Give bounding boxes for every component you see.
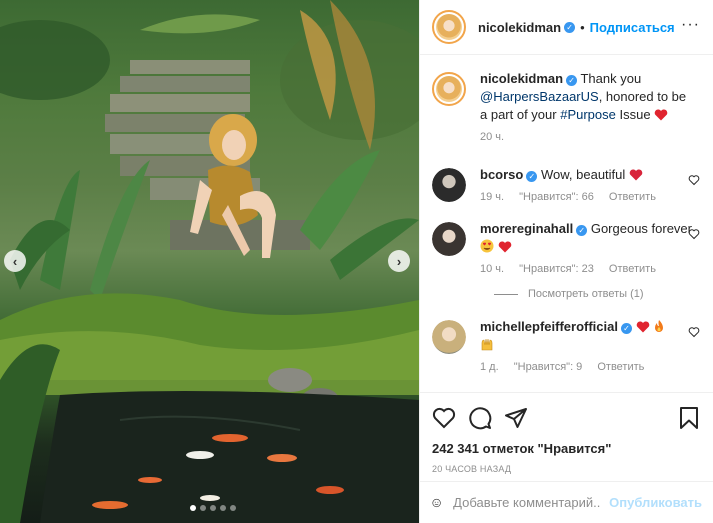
caption: nicolekidman ✓ Thank you @HarpersBazaarUS… bbox=[432, 70, 702, 144]
add-comment-bar: Опубликовать bbox=[420, 481, 713, 523]
divider-line bbox=[494, 293, 518, 295]
post-actions: 242 341 отметок "Нравится" 20 ЧАСОВ НАЗА… bbox=[420, 392, 713, 487]
reply-button[interactable]: Ответить bbox=[609, 263, 656, 275]
verified-icon: ✓ bbox=[620, 323, 632, 334]
red-heart-emoji bbox=[654, 109, 668, 121]
caption-time: 20 ч. bbox=[480, 131, 505, 143]
carousel-dot bbox=[210, 505, 216, 511]
post-header: nicolekidman ✓ • Подписаться ··· bbox=[420, 0, 713, 55]
carousel-next-button[interactable]: › bbox=[388, 250, 410, 272]
likes-count[interactable]: 242 341 отметок "Нравится" bbox=[432, 441, 702, 456]
comment-time: 1 д. bbox=[480, 361, 499, 373]
red-heart-emoji bbox=[636, 321, 649, 333]
comment-text: Gorgeous forever bbox=[590, 221, 692, 236]
bookmark-icon[interactable] bbox=[678, 406, 700, 430]
heart-icon[interactable] bbox=[688, 228, 700, 240]
view-replies-label: Посмотреть ответы (1) bbox=[528, 288, 644, 300]
like-heart-icon[interactable] bbox=[432, 406, 456, 430]
verified-icon: ✓ bbox=[526, 171, 538, 182]
chevron-right-icon: › bbox=[396, 253, 402, 269]
caption-text: Issue bbox=[615, 107, 651, 122]
heart-icon[interactable] bbox=[688, 174, 700, 186]
comment-author[interactable]: michellepfeifferofficial bbox=[480, 319, 618, 334]
comment-time: 10 ч. bbox=[480, 263, 505, 275]
carousel-indicator bbox=[190, 505, 236, 511]
comment-text: Wow, beautiful bbox=[540, 167, 626, 182]
comment-time: 19 ч. bbox=[480, 191, 505, 203]
carousel-dot bbox=[230, 505, 236, 511]
view-replies-button[interactable]: Посмотреть ответы (1) bbox=[494, 288, 702, 300]
verified-icon: ✓ bbox=[564, 21, 576, 33]
verified-icon: ✓ bbox=[566, 75, 578, 86]
more-options-icon[interactable]: ··· bbox=[681, 17, 700, 33]
photo-illustration bbox=[0, 0, 419, 523]
red-heart-emoji bbox=[498, 241, 511, 253]
follow-button[interactable]: Подписаться bbox=[590, 20, 675, 35]
comment-likes[interactable]: "Нравится": 66 bbox=[519, 191, 594, 203]
share-icon[interactable] bbox=[504, 406, 528, 430]
comment-likes[interactable]: "Нравится": 9 bbox=[514, 361, 583, 373]
carousel-dot bbox=[220, 505, 226, 511]
post-photo[interactable]: ‹ › bbox=[0, 0, 419, 523]
fire-emoji bbox=[655, 320, 664, 332]
avatar[interactable] bbox=[432, 320, 466, 354]
comment-input[interactable] bbox=[453, 495, 602, 510]
avatar[interactable] bbox=[432, 72, 466, 106]
separator-dot: • bbox=[580, 19, 585, 35]
comment-likes[interactable]: "Нравится": 23 bbox=[519, 263, 594, 275]
hashtag-link[interactable]: #Purpose bbox=[560, 107, 616, 122]
comment-author[interactable]: morereginahall bbox=[480, 221, 573, 236]
avatar[interactable] bbox=[432, 10, 466, 44]
caption-author[interactable]: nicolekidman bbox=[480, 71, 563, 86]
publish-button[interactable]: Опубликовать bbox=[609, 495, 702, 510]
raised-hands-emoji bbox=[481, 338, 493, 351]
heart-eyes-emoji bbox=[480, 239, 494, 253]
avatar[interactable] bbox=[432, 222, 466, 256]
comment-item: morereginahall ✓ Gorgeous forever 10 ч. "… bbox=[432, 220, 702, 276]
verified-icon: ✓ bbox=[576, 225, 588, 236]
carousel-prev-button[interactable]: ‹ bbox=[4, 250, 26, 272]
chevron-left-icon: ‹ bbox=[12, 253, 18, 269]
comment-item: bcorso ✓ Wow, beautiful 19 ч. "Нравится":… bbox=[432, 166, 702, 204]
avatar[interactable] bbox=[432, 168, 466, 202]
author-username[interactable]: nicolekidman bbox=[478, 20, 561, 35]
caption-text: Thank you bbox=[580, 71, 642, 86]
mention-link[interactable]: @HarpersBazaarUS bbox=[480, 89, 599, 104]
comments-list[interactable]: nicolekidman ✓ Thank you @HarpersBazaarUS… bbox=[420, 56, 713, 392]
comment-author[interactable]: bcorso bbox=[480, 167, 523, 182]
heart-icon[interactable] bbox=[688, 326, 700, 338]
carousel-dot bbox=[200, 505, 206, 511]
red-heart-emoji bbox=[629, 169, 643, 181]
post-side-panel: nicolekidman ✓ • Подписаться ··· nicolek… bbox=[419, 0, 713, 523]
carousel-dot bbox=[190, 505, 196, 511]
emoji-icon[interactable] bbox=[432, 491, 441, 515]
reply-button[interactable]: Ответить bbox=[609, 191, 656, 203]
reply-button[interactable]: Ответить bbox=[597, 361, 644, 373]
post-timestamp: 20 ЧАСОВ НАЗАД bbox=[432, 464, 512, 474]
comment-icon[interactable] bbox=[468, 406, 492, 430]
comment-item: michellepfeifferofficial ✓ 1 д. "Нравится… bbox=[432, 318, 702, 374]
